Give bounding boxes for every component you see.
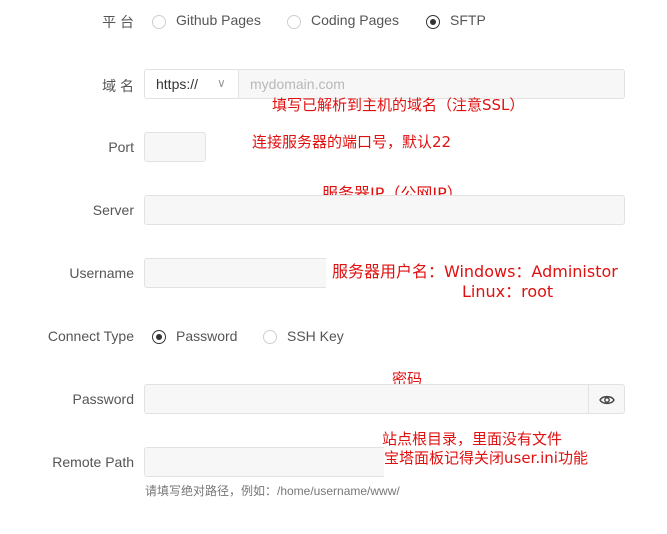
radio-coding-pages[interactable] (287, 15, 301, 29)
platform-label: 平 台 (102, 14, 134, 30)
password-option-label[interactable]: Password (176, 328, 237, 344)
port-input[interactable] (144, 132, 206, 162)
ssh-key-option-label[interactable]: SSH Key (287, 328, 344, 344)
protocol-value: https:// (156, 76, 199, 92)
radio-ssh-key[interactable] (263, 330, 277, 344)
password-visibility-toggle[interactable] (588, 384, 625, 414)
sftp-label[interactable]: SFTP (450, 12, 486, 28)
radio-github-pages[interactable] (152, 15, 166, 29)
server-label: Server (92, 202, 134, 218)
port-label: Port (108, 139, 134, 155)
domain-placeholder: mydomain.com (250, 76, 345, 92)
password-label: Password (72, 391, 134, 407)
domain-label: 域 名 (102, 78, 134, 94)
remote-path-input[interactable] (144, 447, 384, 477)
github-pages-label[interactable]: Github Pages (176, 12, 261, 28)
remote-path-label: Remote Path (52, 454, 134, 470)
chevron-down-icon: ∨ (217, 76, 226, 90)
domain-annotation: 填写已解析到主机的域名（注意SSL） (272, 96, 525, 114)
remote-path-annotation-line2: 宝塔面板记得关闭user.ini功能 (384, 449, 588, 467)
radio-password[interactable] (152, 330, 166, 344)
server-input[interactable] (144, 195, 625, 225)
username-annotation-line2: Linux：root (462, 282, 554, 301)
eye-icon (599, 395, 615, 405)
protocol-select[interactable]: https:// ∨ (144, 69, 239, 99)
radio-sftp[interactable] (426, 15, 440, 29)
password-input[interactable] (144, 384, 589, 414)
remote-path-annotation-line1: 站点根目录，里面没有文件 (382, 430, 563, 448)
username-label: Username (69, 265, 134, 281)
coding-pages-label[interactable]: Coding Pages (311, 12, 399, 28)
connect-type-label: Connect Type (47, 328, 134, 344)
remote-path-hint: 请填写绝对路径，例如：/home/username/www/ (145, 484, 400, 498)
port-annotation: 连接服务器的端口号，默认22 (252, 133, 452, 151)
username-annotation: 服务器用户名：Windows：Administor Linux：root (326, 254, 640, 302)
